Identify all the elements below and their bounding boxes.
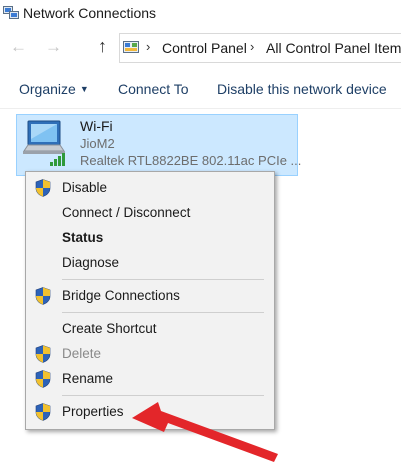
breadcrumb-control-panel[interactable]: Control Panel [162,40,247,56]
menu-label: Bridge Connections [62,288,180,303]
menu-separator [62,312,264,313]
menu-label: Disable [62,180,108,195]
uac-shield-icon [35,370,51,388]
arrow-up-icon[interactable]: ↑ [98,37,107,55]
menu-item-bridge-connections[interactable]: Bridge Connections [26,284,274,308]
chevron-right-icon: › [250,39,255,54]
menu-label: Diagnose [62,255,120,270]
menu-separator [62,279,264,280]
menu-separator [62,395,264,396]
connection-name: Wi-Fi [80,118,113,134]
menu-label: Properties [62,404,124,419]
wifi-connection-tile[interactable]: Wi-Fi JioM2 Realtek RTL8822BE 802.11ac P… [16,114,302,176]
control-panel-icon [123,41,139,53]
annotation-arrow-icon [132,402,278,462]
menu-label: Connect / Disconnect [62,205,191,220]
organize-label: Organize [19,81,76,97]
uac-shield-icon [35,287,51,305]
organize-button[interactable]: Organize ▼ [19,81,89,97]
menu-item-rename[interactable]: Rename [26,367,274,391]
connection-ssid: JioM2 [80,136,115,151]
title-bar: Network Connections [0,0,401,28]
disable-device-button[interactable]: Disable this network device [217,81,387,97]
menu-item-status[interactable]: Status [26,226,274,250]
menu-item-diagnose[interactable]: Diagnose [26,251,274,275]
network-connections-icon [3,6,19,19]
connect-to-button[interactable]: Connect To [118,81,189,97]
command-bar: Organize ▼ Connect To Disable this networ… [0,70,401,109]
arrow-right-icon[interactable]: → [45,38,62,56]
arrow-left-icon[interactable]: ← [10,38,27,56]
menu-label: Rename [62,371,114,386]
breadcrumb-all-control-panel-items[interactable]: All Control Panel Items [266,40,401,56]
menu-item-disable[interactable]: Disable [26,176,274,200]
uac-shield-icon [35,179,51,197]
menu-label: Create Shortcut [62,321,157,336]
address-box[interactable]: › Control Panel › All Control Panel Item… [119,33,401,63]
menu-item-delete: Delete [26,342,274,366]
chevron-right-icon: › [146,39,151,54]
window-title: Network Connections [23,5,157,21]
address-bar: ← → ↑ › Control Panel › All Control Pane… [0,32,401,64]
uac-shield-icon [35,403,51,421]
menu-label: Status [62,230,104,245]
menu-label: Delete [62,346,102,361]
adapter-name: Realtek RTL8822BE 802.11ac PCIe ... [80,153,302,168]
context-menu: Disable Connect / Disconnect Status Diag… [25,171,275,430]
menu-item-create-shortcut[interactable]: Create Shortcut [26,317,274,341]
uac-shield-icon [35,345,51,363]
wifi-adapter-icon [23,120,65,166]
caret-down-icon: ▼ [79,84,89,94]
menu-item-connect-disconnect[interactable]: Connect / Disconnect [26,201,274,225]
